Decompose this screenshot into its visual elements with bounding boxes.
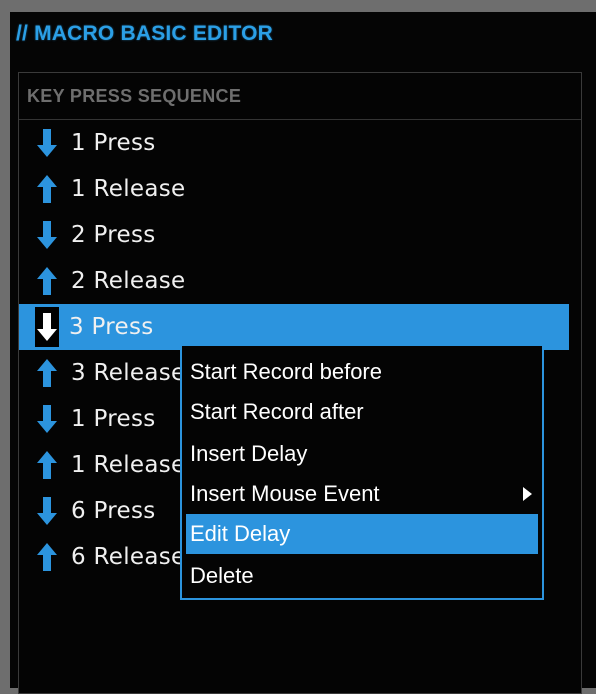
menu-item-label: Insert Mouse Event [190,481,380,506]
list-item[interactable]: 2 Release [19,258,569,304]
menu-item-start-record-after[interactable]: Start Record after [186,392,538,432]
list-header: KEY PRESS SEQUENCE [19,73,581,120]
list-item-label: 1 Press [71,130,156,156]
context-menu: Start Record before Start Record after I… [180,344,544,600]
list-item-label: 1 Press [71,406,156,432]
list-item[interactable]: 1 Release [19,166,569,212]
list-item[interactable]: 2 Press [19,212,569,258]
arrow-down-icon [37,313,57,341]
arrow-up-icon [37,543,57,571]
list-item-label: 3 Release [71,360,186,386]
list-item[interactable]: 1 Press [19,120,569,166]
menu-item-insert-mouse-event[interactable]: Insert Mouse Event [186,474,538,514]
menu-item-edit-delay[interactable]: Edit Delay [186,514,538,554]
menu-item-start-record-before[interactable]: Start Record before [186,352,538,392]
list-item-label: 1 Release [71,452,186,478]
arrow-up-icon [37,451,57,479]
list-item-label: 2 Press [71,222,156,248]
arrow-down-icon [37,221,57,249]
arrow-down-icon [37,405,57,433]
arrow-up-icon [37,175,57,203]
list-item-label: 1 Release [71,176,186,202]
arrow-up-icon [37,267,57,295]
list-item-label: 6 Release [71,544,186,570]
panel-title: // MACRO BASIC EDITOR [16,22,273,45]
arrow-down-icon [37,129,57,157]
icon-wrap [35,307,59,347]
submenu-arrow-icon [523,487,532,501]
list-item-label: 2 Release [71,268,186,294]
menu-item-insert-delay[interactable]: Insert Delay [186,434,538,474]
list-item-label: 3 Press [69,314,154,340]
arrow-down-icon [37,497,57,525]
arrow-up-icon [37,359,57,387]
menu-item-delete[interactable]: Delete [186,556,538,596]
list-item-label: 6 Press [71,498,156,524]
